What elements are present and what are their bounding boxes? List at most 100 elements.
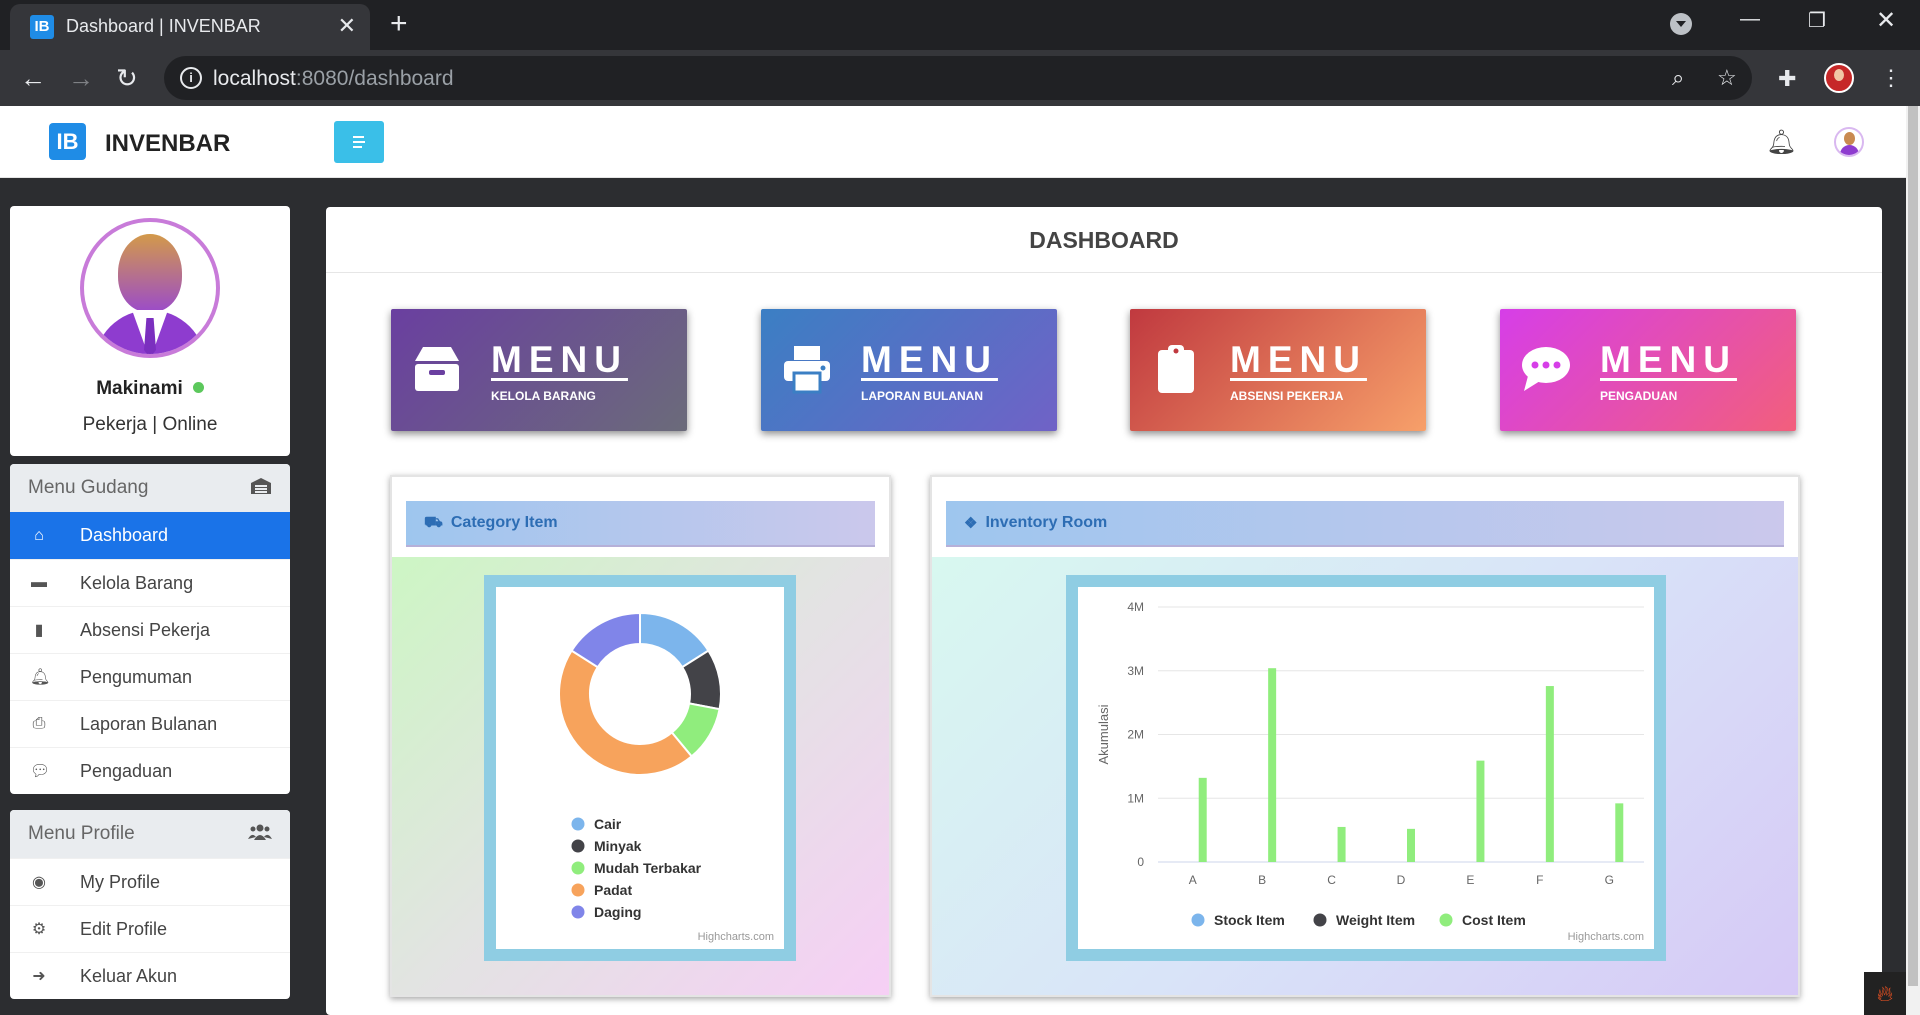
url-text[interactable]: localhost:8080/dashboard [213, 67, 454, 91]
back-icon[interactable]: ← [20, 64, 46, 92]
legend-label: Mudah Terbakar [594, 860, 702, 876]
menu-card-absensi-pekerja[interactable]: MENU ABSENSI PEKERJA [1130, 309, 1426, 431]
legend-label: Weight Item [1336, 912, 1415, 928]
menu-card-title: MENU [1230, 339, 1367, 380]
users-icon [248, 824, 272, 845]
legend-marker [571, 905, 585, 919]
restore-icon[interactable]: ❐ [1808, 8, 1826, 33]
chart-frame: 0 1M 2M 3M 4M Akumulasi A B C D E F G Stock Item Weigh… [1066, 575, 1666, 961]
bar-c [1337, 826, 1346, 862]
app-header: IB INVENBAR 🔔︎ [0, 106, 1906, 178]
pie-chart-svg: Cair Minyak Mudah Terbakar Padat Daging [558, 611, 722, 920]
profile-avatar [80, 218, 220, 358]
sidebar-item-keluar-akun[interactable]: ➜ Keluar Akun [10, 952, 290, 999]
legend-marker [571, 817, 585, 831]
user-circle-icon: ◉ [32, 874, 46, 891]
sidebar-toggle-button[interactable] [334, 121, 384, 163]
menu-card-pengaduan[interactable]: MENU PENGADUAN [1500, 309, 1796, 431]
tab-search-icon[interactable] [1670, 13, 1692, 35]
menu-card-title: MENU [491, 339, 628, 380]
category-item-panel-header: ⛟ Category Item [406, 501, 875, 547]
online-status-dot [192, 382, 204, 393]
legend-marker [1439, 913, 1453, 927]
menu-gudang-header: Menu Gudang [10, 464, 290, 512]
sidebar-item-label: Edit Profile [80, 918, 168, 939]
chat-icon [1520, 343, 1576, 399]
new-tab-icon[interactable]: + [390, 8, 408, 40]
highcharts-credit[interactable]: Highcharts.com [1568, 931, 1644, 943]
extensions-icon[interactable]: ✚ [1778, 65, 1796, 93]
panel-title: Inventory Room [985, 514, 1108, 531]
tab-favicon: IB [30, 15, 54, 39]
minimize-icon[interactable]: — [1740, 8, 1760, 31]
brand-logo[interactable]: IB [49, 123, 86, 160]
legend-marker [1313, 913, 1327, 927]
browser-tab[interactable]: IB Dashboard | INVENBAR ✕ [10, 4, 370, 50]
browser-profile-avatar[interactable] [1824, 63, 1854, 93]
header-user-avatar[interactable] [1834, 127, 1864, 157]
x-tick-label: D [1397, 873, 1406, 887]
legend-label: Padat [594, 882, 632, 898]
browser-menu-icon[interactable]: ⋮ [1880, 64, 1902, 92]
box-icon: ▬ [31, 574, 47, 591]
brand-name[interactable]: INVENBAR [105, 130, 230, 158]
legend-label: Cair [594, 816, 622, 832]
profile-name: Makinami [96, 378, 183, 399]
legend-marker [571, 839, 585, 853]
sidebar-item-absensi-pekerja[interactable]: ▮ Absensi Pekerja [10, 606, 290, 653]
y-tick-label: 1M [1127, 791, 1144, 805]
notification-bell-icon[interactable]: 🔔︎ [1766, 128, 1796, 157]
bar-chart-svg: 0 1M 2M 3M 4M Akumulasi A B C D E F G Stock Item Weigh… [1096, 600, 1644, 928]
menu-card-title: MENU [1600, 339, 1737, 380]
sidebar-item-my-profile[interactable]: ◉ My Profile [10, 858, 290, 905]
scrollbar-thumb[interactable] [1908, 106, 1918, 986]
box-icon [411, 343, 467, 399]
site-info-icon[interactable]: i [180, 67, 202, 89]
sidebar-item-label: Pengaduan [80, 760, 173, 781]
menu-card-laporan-bulanan[interactable]: MENU LAPORAN BULANAN [761, 309, 1057, 431]
app: IB INVENBAR 🔔︎ Makinami Pekerja | Online… [0, 106, 1920, 1015]
menu-profile-title: Menu Profile [28, 823, 135, 844]
tab-title: Dashboard | INVENBAR [66, 16, 261, 36]
bar-d [1407, 828, 1415, 862]
user-cog-icon: ⚙ [31, 921, 47, 938]
sidebar-item-laporan-bulanan[interactable]: ⎙ Laporan Bulanan [10, 700, 290, 747]
highcharts-credit[interactable]: Highcharts.com [698, 931, 774, 943]
address-bar[interactable]: i localhost:8080/dashboard ⌕ ☆ [164, 56, 1752, 100]
legend-label: Stock Item [1214, 912, 1285, 928]
menu-gudang: Menu Gudang ⌂ Dashboard ▬ Kelola Barang … [10, 464, 290, 794]
sidebar-item-kelola-barang[interactable]: ▬ Kelola Barang [10, 559, 290, 606]
inventory-room-panel-header: ❖ Inventory Room [946, 501, 1784, 547]
legend-marker [571, 861, 585, 875]
sidebar-item-dashboard[interactable]: ⌂ Dashboard [10, 512, 290, 559]
menu-gudang-title: Menu Gudang [28, 477, 149, 498]
reload-icon[interactable]: ↻ [116, 64, 138, 92]
menu-profile: Menu Profile ◉ My Profile ⚙ Edit Profile… [10, 810, 290, 999]
sidebar-item-pengumuman[interactable]: 🔔︎ Pengumuman [10, 653, 290, 700]
fire-icon[interactable]: 🔥︎ [1864, 972, 1906, 1015]
sidebar-item-edit-profile[interactable]: ⚙ Edit Profile [10, 905, 290, 952]
printer-icon: ⎙ [32, 715, 46, 732]
chart-frame: Cair Minyak Mudah Terbakar Padat Daging High… [484, 575, 796, 961]
menu-card-subtitle: LAPORAN BULANAN [861, 389, 983, 403]
profile-name-row: Makinami [10, 378, 290, 400]
window-close-icon[interactable]: ✕ [1876, 6, 1896, 35]
sidebar: Makinami Pekerja | Online Menu Gudang ⌂ … [0, 178, 300, 1015]
zoom-icon[interactable]: ⌕ [1672, 65, 1684, 91]
menu-profile-header: Menu Profile [10, 810, 290, 858]
sidebar-item-pengaduan[interactable]: 💬︎ Pengaduan [10, 747, 290, 794]
forward-icon[interactable]: → [68, 64, 94, 92]
bookmark-star-icon[interactable]: ☆ [1717, 65, 1737, 91]
main-content: DASHBOARD MENU KELOLA BARANG MENU LAPORA… [326, 207, 1882, 1015]
tab-close-icon[interactable]: ✕ [338, 14, 356, 38]
home-user-icon: ⌂ [34, 526, 44, 544]
sidebar-item-label: Keluar Akun [80, 965, 178, 986]
menu-card-kelola-barang[interactable]: MENU KELOLA BARANG [391, 309, 687, 431]
page-scrollbar[interactable] [1906, 106, 1920, 1015]
x-tick-label: G [1605, 873, 1614, 887]
x-tick-label: A [1189, 873, 1197, 887]
y-tick-label: 0 [1137, 855, 1144, 869]
menu-card-subtitle: ABSENSI PEKERJA [1230, 389, 1344, 403]
sidebar-item-label: Dashboard [80, 525, 169, 545]
inventory-chart-area: 0 1M 2M 3M 4M Akumulasi A B C D E F G Stock Item Weigh… [932, 557, 1798, 995]
